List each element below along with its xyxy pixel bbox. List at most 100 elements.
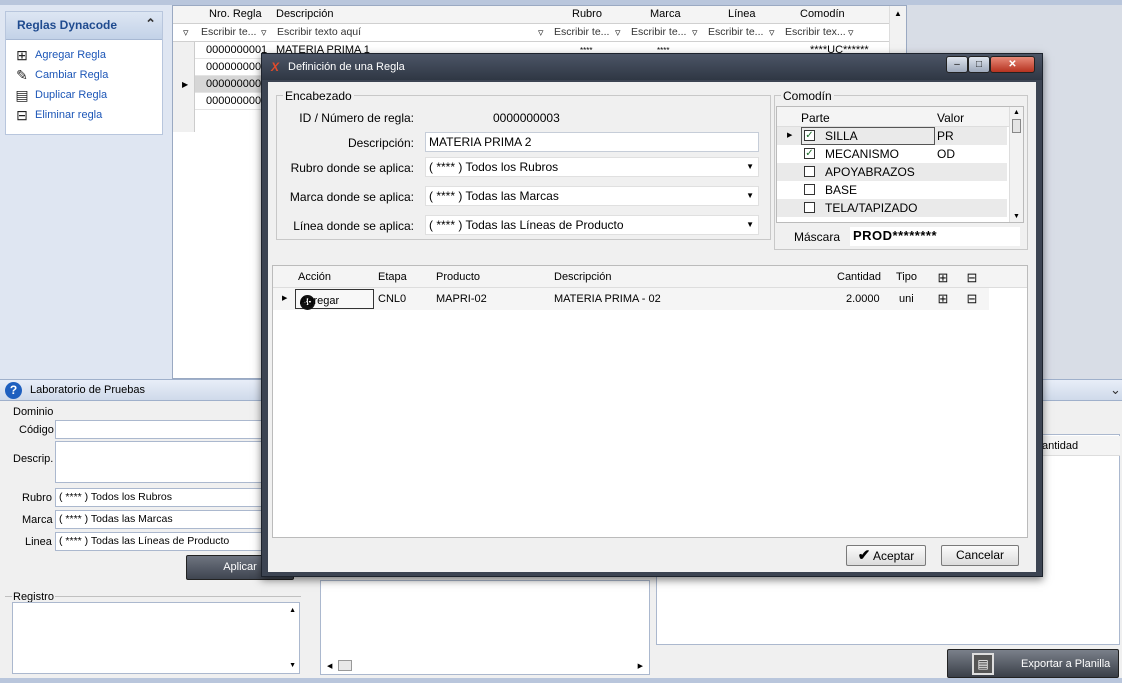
acciones-header-row: Acción Etapa Producto Descripción Cantid… — [273, 266, 1027, 288]
linea-select[interactable]: ( **** ) Todas las Líneas de Producto — [55, 532, 270, 551]
col-header-accion[interactable]: Acción — [298, 271, 331, 283]
panel-header[interactable]: Reglas Dynacode ⌃ — [6, 12, 162, 40]
filter-comodin[interactable]: Escribir tex... — [785, 26, 846, 38]
comodin-row[interactable]: BASE — [777, 181, 1007, 199]
col-header-cantidad[interactable]: antidad — [1036, 436, 1120, 456]
filter-rubro[interactable]: Escribir te... — [554, 26, 609, 38]
registro-textarea[interactable]: ▲ ▼ — [12, 602, 300, 674]
chevron-down-icon[interactable]: ▼ — [746, 162, 754, 171]
scroll-thumb[interactable] — [1012, 119, 1021, 133]
producto-cell: MAPRI-02 — [436, 293, 487, 305]
agregar-button[interactable]: + Agregar — [295, 289, 374, 310]
export-button[interactable]: ▤ Exportar a Planilla — [947, 649, 1119, 678]
rubro-select[interactable]: ( **** ) Todos los Rubros ▼ — [425, 157, 759, 177]
comodin-row[interactable]: APOYABRAZOS — [777, 163, 1007, 181]
remove-row-icon[interactable]: ⊟ — [963, 269, 981, 286]
scroll-up-icon[interactable]: ▲ — [289, 607, 296, 614]
descrip-input[interactable] — [55, 441, 270, 483]
dialog-titlebar[interactable]: X Definición de una Regla – □ ✕ — [262, 54, 1042, 80]
results-list[interactable]: ◀ ▶ — [320, 580, 650, 675]
lab-title: Laboratorio de Pruebas — [30, 384, 145, 396]
comodin-row[interactable]: TELA/TAPIZADO — [777, 199, 1007, 217]
id-label: ID / Número de regla: — [299, 111, 414, 125]
filter-linea[interactable]: Escribir te... — [708, 26, 763, 38]
cell-nro: 0000000005 — [206, 95, 268, 107]
comodin-row[interactable]: ▶ ✓ SILLA PR — [777, 127, 1007, 145]
col-header-marca[interactable]: Marca — [650, 8, 681, 20]
rubro-select[interactable]: ( **** ) Todos los Rubros — [55, 488, 270, 507]
filter-icon[interactable]: ▿ — [769, 26, 775, 39]
cell-nro: 0000000001 — [206, 44, 268, 56]
checkbox-unchecked[interactable] — [804, 202, 815, 213]
col-header-producto[interactable]: Producto — [436, 271, 480, 283]
add-row-icon[interactable]: ⊞ — [934, 290, 952, 307]
filter-marca[interactable]: Escribir te... — [631, 26, 686, 38]
col-header-parte[interactable]: Parte — [801, 111, 830, 125]
tipo-cell: uni — [899, 293, 914, 305]
scroll-right-icon[interactable]: ▶ — [638, 662, 643, 670]
aceptar-label: Aceptar — [872, 549, 915, 563]
close-button[interactable]: ✕ — [990, 56, 1035, 73]
comodin-scrollbar[interactable]: ▲ ▼ — [1009, 107, 1023, 222]
linea-select[interactable]: ( **** ) Todas las Líneas de Producto ▼ — [425, 215, 759, 235]
chevron-down-icon[interactable]: ▼ — [746, 191, 754, 200]
comodin-row[interactable]: ✓ MECANISMO OD — [777, 145, 1007, 163]
marca-select[interactable]: ( **** ) Todas las Marcas — [55, 510, 270, 529]
checkbox-unchecked[interactable] — [804, 166, 815, 177]
checkbox-unchecked[interactable] — [804, 184, 815, 195]
scroll-down-icon[interactable]: ▼ — [1013, 213, 1020, 220]
filter-nro[interactable]: Escribir te... — [201, 26, 256, 38]
dialog-body: Encabezado ID / Número de regla: 0000000… — [268, 82, 1036, 572]
remove-row-icon[interactable]: ⊟ — [963, 290, 981, 307]
filter-icon[interactable]: ▿ — [848, 26, 854, 39]
checkbox-checked[interactable]: ✓ — [804, 148, 815, 159]
col-header-cantidad[interactable]: Cantidad — [837, 271, 881, 283]
table-row[interactable]: ▶ + Agregar CNL0 MAPRI-02 MATERIA PRIMA … — [273, 288, 989, 310]
minimize-button[interactable]: – — [946, 56, 968, 73]
comodin-legend: Comodín — [781, 89, 834, 103]
filter-icon[interactable]: ▿ — [615, 26, 621, 39]
collapse-down-icon[interactable]: ⌄ — [1110, 382, 1121, 398]
scroll-up-icon[interactable]: ▲ — [894, 9, 902, 18]
filter-descripcion[interactable]: Escribir texto aquí — [277, 26, 361, 38]
rules-task-panel: Reglas Dynacode ⌃ ⊞ Agregar Regla ✎ Cambia… — [5, 11, 163, 135]
change-rule-link[interactable]: ✎ Cambiar Regla — [6, 65, 162, 85]
col-header-nro[interactable]: Nro. Regla — [209, 8, 262, 20]
aceptar-button[interactable]: ✔ Aceptar — [846, 545, 926, 566]
cell-nro: 0000000002 — [206, 61, 268, 73]
add-row-icon[interactable]: ⊞ — [934, 269, 952, 286]
col-header-comodin[interactable]: Comodín — [800, 8, 845, 20]
col-header-descripcion[interactable]: Descripción — [554, 271, 611, 283]
chevron-down-icon[interactable]: ▼ — [746, 220, 754, 229]
maximize-button[interactable]: □ — [968, 56, 990, 73]
collapse-up-icon[interactable]: ⌃ — [145, 16, 156, 32]
descripcion-input[interactable]: MATERIA PRIMA 2 — [425, 132, 759, 152]
add-rule-link[interactable]: ⊞ Agregar Regla — [6, 45, 162, 65]
change-rule-label: Cambiar Regla — [35, 69, 109, 81]
col-header-etapa[interactable]: Etapa — [378, 271, 407, 283]
col-header-linea[interactable]: Línea — [728, 8, 756, 20]
filter-icon[interactable]: ▿ — [183, 26, 189, 39]
current-row-icon: ▶ — [282, 295, 288, 302]
checkmark-icon: ✔ — [857, 547, 871, 564]
marca-select[interactable]: ( **** ) Todas las Marcas ▼ — [425, 186, 759, 206]
scroll-thumb[interactable] — [338, 660, 352, 671]
filter-icon[interactable]: ▿ — [692, 26, 698, 39]
col-header-rubro[interactable]: Rubro — [572, 8, 602, 20]
delete-rule-link[interactable]: ⊟ Eliminar regla — [6, 105, 162, 125]
codigo-input[interactable] — [55, 420, 270, 439]
app-logo-icon: X — [271, 60, 280, 74]
rubro-label: Rubro — [22, 492, 52, 504]
col-header-descripcion[interactable]: Descripción — [276, 8, 333, 20]
col-header-tipo[interactable]: Tipo — [896, 271, 917, 283]
scroll-left-icon[interactable]: ◀ — [327, 662, 332, 670]
scroll-up-icon[interactable]: ▲ — [1013, 109, 1020, 116]
scroll-down-icon[interactable]: ▼ — [289, 662, 296, 669]
current-row-icon: ▶ — [787, 132, 793, 139]
cancelar-button[interactable]: Cancelar — [941, 545, 1019, 566]
duplicate-rule-link[interactable]: ▤ Duplicar Regla — [6, 85, 162, 105]
parte-cell: APOYABRAZOS — [825, 165, 915, 179]
filter-icon[interactable]: ▿ — [538, 26, 544, 39]
col-header-valor[interactable]: Valor — [937, 111, 964, 125]
filter-icon[interactable]: ▿ — [261, 26, 267, 39]
